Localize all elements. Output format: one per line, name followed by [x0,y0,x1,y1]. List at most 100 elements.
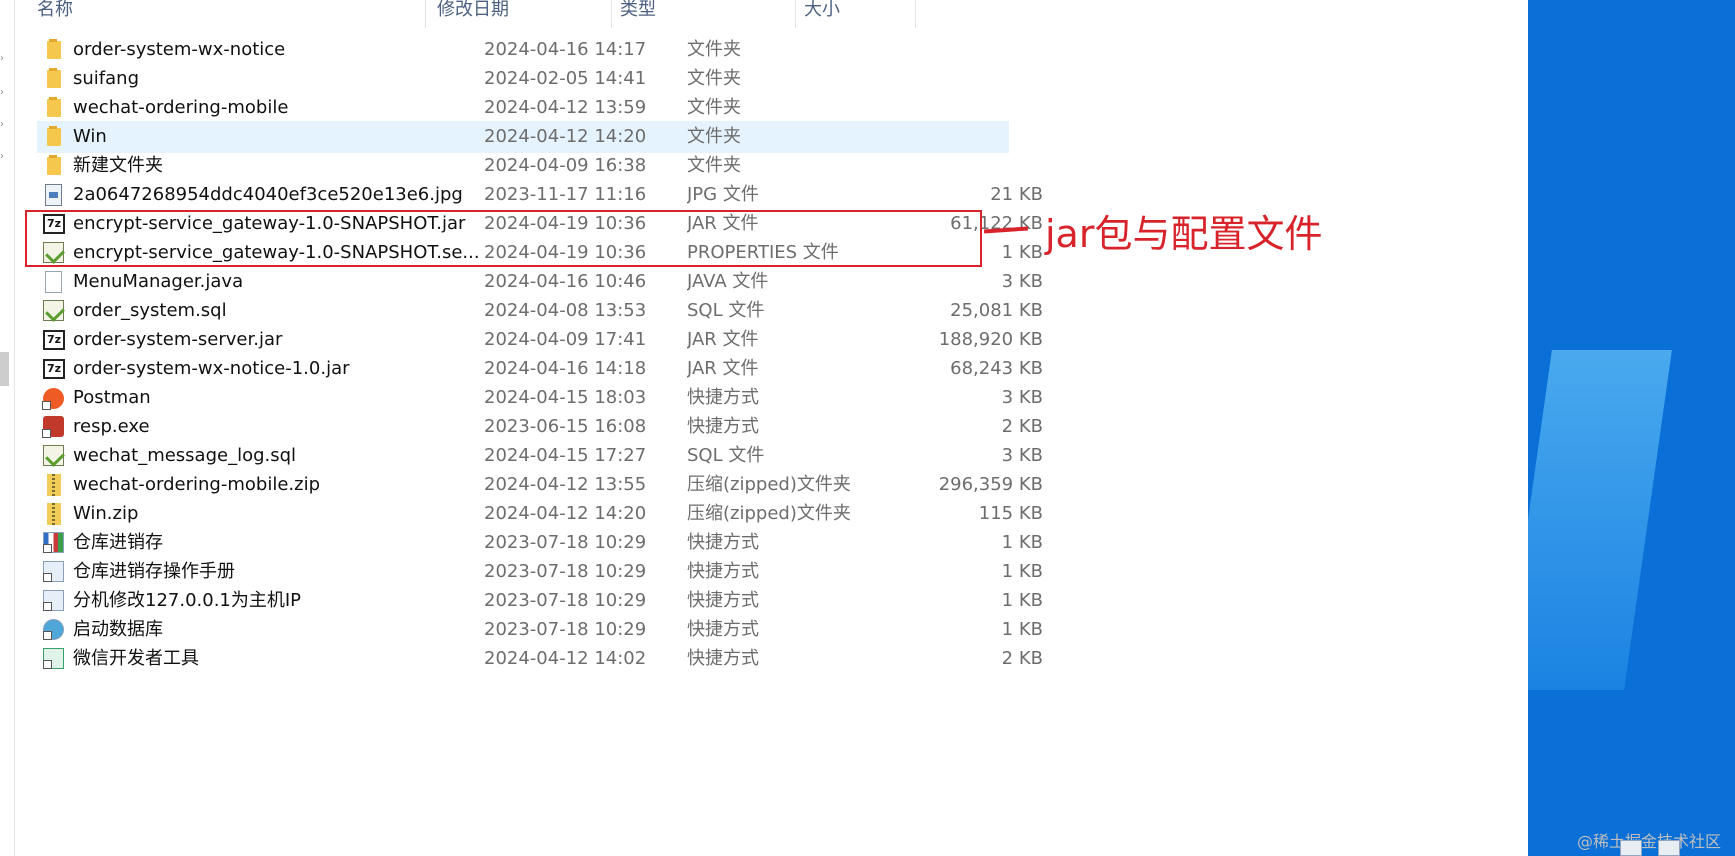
notepad-file-icon [43,445,64,466]
column-divider[interactable] [795,0,796,28]
zip-folder-icon [47,474,61,496]
file-row[interactable]: Win 2024-04-12 14:20 文件夹 [37,121,1009,153]
postman-icon [42,388,64,410]
file-type: 快捷方式 [687,387,759,408]
shortcut-arrow-icon [42,401,51,410]
column-divider[interactable] [915,0,916,28]
shortcut-arrow-icon [42,429,51,438]
file-modified-date: 2024-04-12 14:02 [484,648,647,669]
file-row[interactable]: wechat-ordering-mobile.zip 2024-04-12 13:… [37,469,1043,501]
file-size: 68,243 KB [950,358,1043,379]
file-type: SQL 文件 [687,300,765,321]
file-row[interactable]: Win.zip 2024-04-12 14:20 压缩(zipped)文件夹 115 … [37,498,1043,530]
folder-icon [47,39,61,59]
file-name: wechat_message_log.sql [73,445,297,466]
file-modified-date: 2024-04-09 17:41 [484,329,647,350]
file-size: 2 KB [1001,648,1043,669]
exe-icon [42,416,64,438]
file-name: resp.exe [73,416,150,437]
file-size [887,121,1043,153]
shortcut-arrow-icon [43,573,52,582]
zip-folder-icon [47,503,61,525]
column-header-name[interactable]: 名称 [37,0,73,28]
file-modified-date: 2023-07-18 10:29 [484,532,647,553]
file-modified-date: 2024-04-15 17:27 [484,445,647,466]
file-row[interactable]: 启动数据库 2023-07-18 10:29 快捷方式 1 KB [37,614,1043,646]
column-header-date[interactable]: 修改日期 [437,0,509,28]
watermark: @稀土掘金技术社区 [1576,832,1721,851]
file-name: Win.zip [73,503,139,524]
file-name: order-system-server.jar [73,329,283,350]
file-name: order-system-wx-notice-1.0.jar [73,358,350,379]
file-size: 1 KB [1001,590,1043,611]
expand-chevron-icon[interactable]: › [0,88,6,98]
file-name: 分机修改127.0.0.1为主机IP [73,590,302,611]
file-size: 21 KB [990,184,1043,205]
file-type: SQL 文件 [687,445,765,466]
file-row[interactable]: Postman 2024-04-15 18:03 快捷方式 3 KB [37,382,1043,414]
column-divider[interactable] [611,0,612,28]
file-modified-date: 2023-07-18 10:29 [484,561,647,582]
file-name: wechat-ordering-mobile [73,97,289,118]
file-name: 新建文件夹 [73,155,163,176]
shortcut-arrow-icon [43,544,52,553]
file-type: 文件夹 [687,68,741,89]
expand-chevron-icon[interactable]: › [0,120,6,130]
file-name: 微信开发者工具 [73,648,199,669]
file-modified-date: 2023-11-17 11:16 [484,184,647,205]
notepad-file-icon [43,300,64,321]
file-type: 压缩(zipped)文件夹 [687,474,851,495]
file-modified-date: 2024-04-12 13:59 [484,97,647,118]
file-size: 2 KB [1001,416,1043,437]
7z-archive-icon: 7z [43,330,65,350]
file-row[interactable]: 仓库进销存 2023-07-18 10:29 快捷方式 1 KB [37,527,1043,559]
file-type: 压缩(zipped)文件夹 [687,503,851,524]
file-row[interactable]: 仓库进销存操作手册 2023-07-18 10:29 快捷方式 1 KB [37,556,1043,588]
file-row[interactable]: order-system-wx-notice 2024-04-16 14:17 文件… [37,34,1009,66]
file-type: 文件夹 [687,126,741,147]
column-header-size[interactable]: 大小 [804,0,840,28]
file-row[interactable]: wechat-ordering-mobile 2024-04-12 13:59 文件… [37,92,1009,124]
column-header-type[interactable]: 类型 [620,0,656,28]
file-row[interactable]: suifang 2024-02-05 14:41 文件夹 [37,63,1009,95]
expand-chevron-icon[interactable]: › [0,152,6,162]
file-type: 文件夹 [687,39,741,60]
7z-archive-icon: 7z [43,359,65,379]
file-row[interactable]: 新建文件夹 2024-04-09 16:38 文件夹 [37,150,1009,182]
file-modified-date: 2024-04-16 14:18 [484,358,647,379]
expand-chevron-icon[interactable]: › [0,54,6,64]
folder-icon [47,97,61,117]
file-modified-date: 2023-07-18 10:29 [484,619,647,640]
navigation-pane[interactable]: › › › › [0,0,15,856]
file-modified-date: 2024-04-16 14:17 [484,39,647,60]
file-type: JAR 文件 [687,358,759,379]
file-type: 快捷方式 [687,648,759,669]
file-row[interactable]: wechat_message_log.sql 2024-04-15 17:27 SQ… [37,440,1043,472]
navigation-scrollbar-thumb[interactable] [0,352,9,386]
file-name: 2a0647268954ddc4040ef3ce520e13e6.jpg [73,184,463,205]
document-shortcut-icon [43,561,64,582]
file-row[interactable]: order_system.sql 2024-04-08 13:53 SQL 文件 25… [37,295,1043,327]
file-row[interactable]: 分机修改127.0.0.1为主机IP 2023-07-18 10:29 快捷方式 1 … [37,585,1043,617]
file-size: 1 KB [1001,532,1043,553]
blank-file-icon [45,271,62,293]
tray-window-icon[interactable] [1620,840,1642,856]
file-type: 快捷方式 [687,416,759,437]
column-header-row: 名称 修改日期 类型 大小 [33,0,1015,28]
file-row[interactable]: 7z order-system-server.jar 2024-04-09 17:4… [37,324,1043,356]
tray-window-icon[interactable] [1658,840,1680,856]
annotation-label: jar包与配置文件 [1045,212,1323,256]
file-type: 文件夹 [687,155,741,176]
file-row[interactable]: 微信开发者工具 2024-04-12 14:02 快捷方式 2 KB [37,643,1043,675]
file-type: 快捷方式 [687,532,759,553]
file-size: 115 KB [978,503,1043,524]
column-divider[interactable] [425,0,426,28]
file-row[interactable]: resp.exe 2023-06-15 16:08 快捷方式 2 KB [37,411,1043,443]
file-modified-date: 2024-04-12 13:55 [484,474,647,495]
file-row[interactable]: 7z order-system-wx-notice-1.0.jar 2024-04-… [37,353,1043,385]
wechat-devtools-shortcut-icon [43,648,64,669]
file-row[interactable]: MenuManager.java 2024-04-16 10:46 JAVA 文件 3… [37,266,1043,298]
file-modified-date: 2024-04-12 14:20 [484,503,647,524]
file-name: 仓库进销存 [73,532,163,553]
file-row[interactable]: 2a0647268954ddc4040ef3ce520e13e6.jpg 2023… [37,179,1043,211]
